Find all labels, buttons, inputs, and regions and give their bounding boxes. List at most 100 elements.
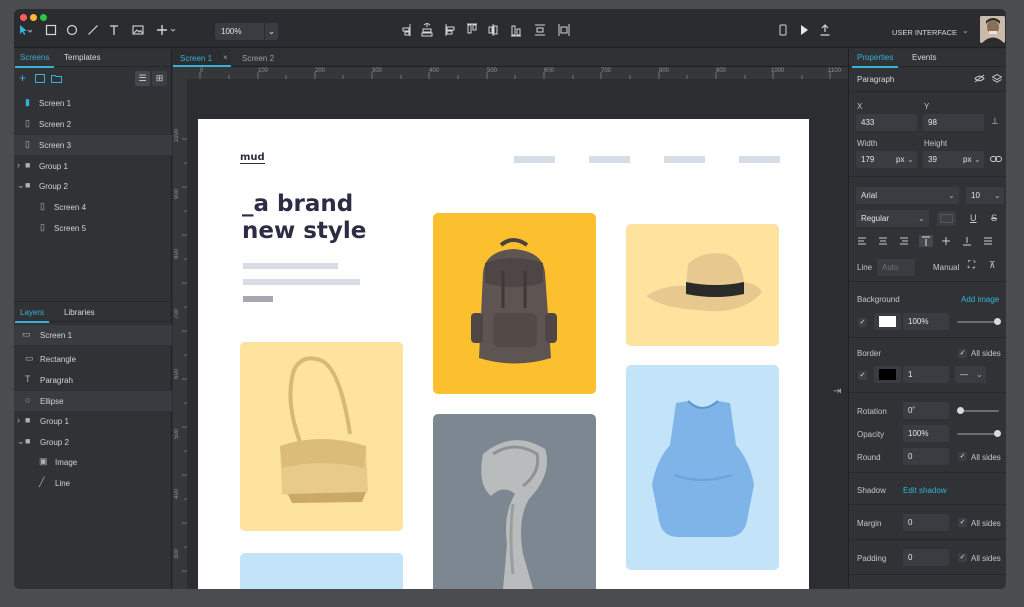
slider-knob[interactable] <box>994 318 1001 325</box>
screen-item-screen-3[interactable]: ▯ Screen 3 <box>14 135 172 155</box>
round-field[interactable]: 0 <box>903 448 949 465</box>
layer-item-paragraph[interactable]: T Paragrah <box>14 370 172 390</box>
opacity-field[interactable]: 100% <box>903 425 949 442</box>
phone-preview-icon[interactable] <box>776 24 790 39</box>
text-placeholder-line[interactable] <box>243 296 273 302</box>
screen-item-screen-5[interactable]: ▯ Screen 5 <box>14 218 172 238</box>
zoom-select[interactable]: 100% ⌄ <box>215 23 278 40</box>
product-card-bag[interactable] <box>240 342 403 531</box>
tab-layers[interactable]: Layers <box>14 308 50 323</box>
tab-templates[interactable]: Templates <box>64 53 100 62</box>
auto-height-icon[interactable]: ⊼ <box>989 260 996 271</box>
tab-events[interactable]: Events <box>912 53 936 62</box>
line-icon[interactable] <box>86 24 100 39</box>
artboard-screen-1[interactable]: mud _a brand new style <box>198 119 809 589</box>
margin-all-sides-checkbox[interactable]: ✓ <box>958 518 967 527</box>
margin-field[interactable]: 0 <box>903 514 949 531</box>
layer-item-ellipse[interactable]: ○ Ellipse <box>14 391 172 411</box>
round-all-sides-checkbox[interactable]: ✓ <box>958 452 967 461</box>
play-icon[interactable] <box>797 24 811 39</box>
product-card-partial[interactable] <box>240 553 403 589</box>
font-family-select[interactable]: Arial ⌄ <box>856 187 959 204</box>
tab-screens[interactable]: Screens <box>14 53 55 68</box>
close-icon[interactable]: × <box>223 53 228 62</box>
image-screen-icon[interactable] <box>35 74 45 85</box>
screen-item-screen-1[interactable]: ▮ Screen 1 <box>14 93 172 113</box>
border-color-swatch[interactable] <box>874 366 901 383</box>
background-opacity-slider[interactable] <box>957 318 1001 325</box>
width-field[interactable]: 179 px ⌄ <box>856 151 917 168</box>
text-align-icons[interactable] <box>856 235 1004 247</box>
share-icon[interactable] <box>818 24 832 39</box>
text-icon[interactable] <box>107 24 121 39</box>
chevron-down-icon[interactable]: ⌄ <box>974 151 981 168</box>
background-color-swatch[interactable] <box>874 313 901 330</box>
product-card-scarf[interactable] <box>433 414 596 589</box>
screen-item-screen-4[interactable]: ▯ Screen 4 <box>14 197 172 217</box>
width-unit[interactable]: px <box>896 151 904 168</box>
project-label[interactable]: USER INTERFACE <box>892 28 957 37</box>
product-card-top[interactable] <box>626 365 779 570</box>
resize-handle-icon[interactable]: ⇥ <box>833 386 841 397</box>
layer-item-group-1[interactable]: › ■ Group 1 <box>14 411 172 431</box>
border-checkbox[interactable]: ✓ <box>858 371 867 380</box>
folder-add-icon[interactable] <box>51 74 62 85</box>
ellipse-icon[interactable] <box>65 24 79 39</box>
slider-knob[interactable] <box>957 407 964 414</box>
text-placeholder-line[interactable] <box>243 279 360 285</box>
layer-item-image[interactable]: ▣ Image <box>14 452 172 472</box>
close-window-button[interactable] <box>20 14 27 21</box>
nav-placeholder[interactable] <box>739 156 780 163</box>
layer-item-group-2[interactable]: ⌄ ■ Group 2 <box>14 432 172 452</box>
background-opacity-field[interactable]: 100% <box>903 313 949 330</box>
pointer-icon[interactable] <box>18 24 33 39</box>
layer-item-rectangle[interactable]: ▭ Rectangle <box>14 349 172 369</box>
group-item-group-2[interactable]: ⌄ ■ Group 2 <box>14 176 172 196</box>
padding-field[interactable]: 0 <box>903 549 949 566</box>
border-style-select[interactable]: — ⌄ <box>955 366 986 383</box>
product-card-backpack[interactable] <box>433 213 596 394</box>
avatar[interactable] <box>980 16 1005 43</box>
layer-item-line[interactable]: ╱ Line <box>14 473 172 493</box>
font-size-select[interactable]: 10 ⌄ <box>966 187 1004 204</box>
border-width-field[interactable]: 1 <box>903 366 949 383</box>
maximize-window-button[interactable] <box>40 14 47 21</box>
rotation-field[interactable]: 0˚ <box>903 402 949 419</box>
text-placeholder-line[interactable] <box>243 263 338 269</box>
y-field[interactable]: 98 <box>923 114 984 131</box>
nav-placeholder[interactable] <box>589 156 630 163</box>
strikethrough-icon[interactable]: S <box>991 213 997 223</box>
canvas-area[interactable]: Screen 1 × Screen 2 0 100 200 300 400 50… <box>173 49 848 589</box>
font-weight-select[interactable]: Regular ⌄ <box>856 210 929 227</box>
underline-icon[interactable]: U <box>970 213 977 223</box>
line-height-field[interactable]: Auto <box>877 259 915 276</box>
opacity-slider[interactable] <box>957 430 1001 437</box>
list-view-button[interactable]: ☰ <box>135 71 150 86</box>
screen-item-screen-2[interactable]: ▯ Screen 2 <box>14 114 172 134</box>
image-icon[interactable] <box>131 24 145 39</box>
slider-knob[interactable] <box>994 430 1001 437</box>
background-checkbox[interactable]: ✓ <box>858 318 867 327</box>
headline[interactable]: _a brand new style <box>242 191 366 245</box>
border-all-sides-checkbox[interactable]: ✓ <box>958 349 967 358</box>
tab-libraries[interactable]: Libraries <box>64 308 95 317</box>
minimize-window-button[interactable] <box>30 14 37 21</box>
tab-properties[interactable]: Properties <box>851 53 900 68</box>
add-image-link[interactable]: Add image <box>961 295 999 304</box>
layer-item-screen-1[interactable]: ▭ Screen 1 <box>14 325 172 345</box>
add-screen-icon[interactable]: + <box>19 72 26 84</box>
tab-screen-2[interactable]: Screen 2 <box>242 54 274 63</box>
height-field[interactable]: 39 px ⌄ <box>923 151 984 168</box>
x-field[interactable]: 433 <box>856 114 917 131</box>
tab-screen-1[interactable]: Screen 1 × <box>173 49 231 67</box>
grid-view-button[interactable]: ⊞ <box>152 71 167 86</box>
add-icon[interactable] <box>156 24 182 39</box>
nav-placeholder[interactable] <box>664 156 705 163</box>
link-icon[interactable] <box>990 155 1002 165</box>
chevron-down-icon[interactable]: ⌄ <box>962 26 969 35</box>
nav-placeholder[interactable] <box>514 156 555 163</box>
product-card-hat[interactable] <box>626 224 779 346</box>
rotation-slider[interactable] <box>957 407 999 414</box>
height-unit[interactable]: px <box>963 151 971 168</box>
hide-eye-icon[interactable] <box>974 74 985 85</box>
